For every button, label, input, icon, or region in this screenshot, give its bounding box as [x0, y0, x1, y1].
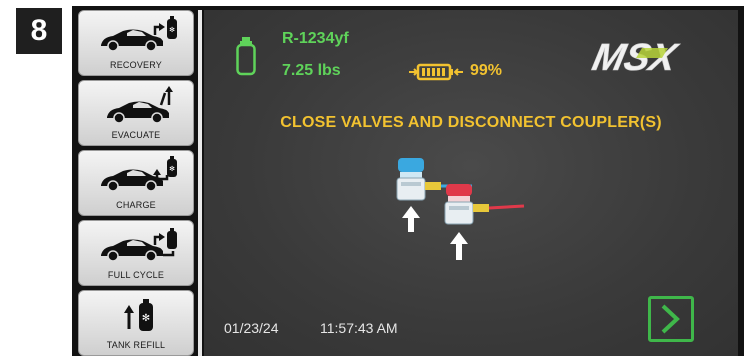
sidebar-item-label: TANK REFILL — [106, 340, 166, 350]
battery-percent: 99% — [470, 62, 503, 79]
car-charge-icon: ✻ — [101, 156, 177, 192]
sidebar-divider — [198, 10, 202, 356]
svg-text:✻: ✻ — [142, 313, 150, 324]
chevron-right-icon — [661, 304, 680, 334]
car-recovery-icon: ✻ — [101, 16, 177, 52]
tank-refill-icon: ✻ — [124, 299, 153, 331]
instruction-message: CLOSE VALVES AND DISCONNECT COUPLER(S) — [280, 114, 662, 131]
time-readout: 11:57:43 AM — [320, 320, 398, 336]
msx-logo: MSX — [588, 36, 683, 78]
svg-text:MSX: MSX — [589, 36, 683, 78]
sidebar-item-label: CHARGE — [116, 200, 156, 210]
refrigerant-type: R-1234yf — [282, 30, 349, 47]
date-readout: 01/23/24 — [224, 320, 279, 336]
refrigerant-weight: 7.25 lbs — [282, 62, 341, 79]
car-full-cycle-icon — [101, 228, 177, 262]
next-button[interactable] — [648, 296, 694, 342]
sidebar: ✻ RECOVERY EVACUATE ✻ CHARGE FULL CYCLE … — [78, 10, 196, 356]
sidebar-item-charge[interactable]: ✻ CHARGE — [78, 150, 194, 216]
svg-text:✻: ✻ — [169, 165, 175, 173]
couplers-illustration — [396, 158, 525, 260]
battery-icon — [409, 63, 463, 81]
refrigerant-tank-icon — [236, 37, 256, 76]
car-evacuate-icon — [107, 86, 173, 124]
sidebar-item-label: RECOVERY — [110, 60, 162, 70]
sidebar-item-full-cycle[interactable]: FULL CYCLE — [78, 220, 194, 286]
main-screen: R-1234yf 7.25 lbs 99% MSX CLOSE VALVES A… — [204, 10, 738, 356]
sidebar-item-evacuate[interactable]: EVACUATE — [78, 80, 194, 146]
sidebar-item-tank-refill[interactable]: ✻ TANK REFILL — [78, 290, 194, 356]
step-number-badge: 8 — [16, 8, 62, 54]
sidebar-item-label: EVACUATE — [111, 130, 161, 140]
sidebar-item-label: FULL CYCLE — [107, 270, 165, 280]
sidebar-item-recovery[interactable]: ✻ RECOVERY — [78, 10, 194, 76]
svg-text:✻: ✻ — [169, 26, 175, 34]
